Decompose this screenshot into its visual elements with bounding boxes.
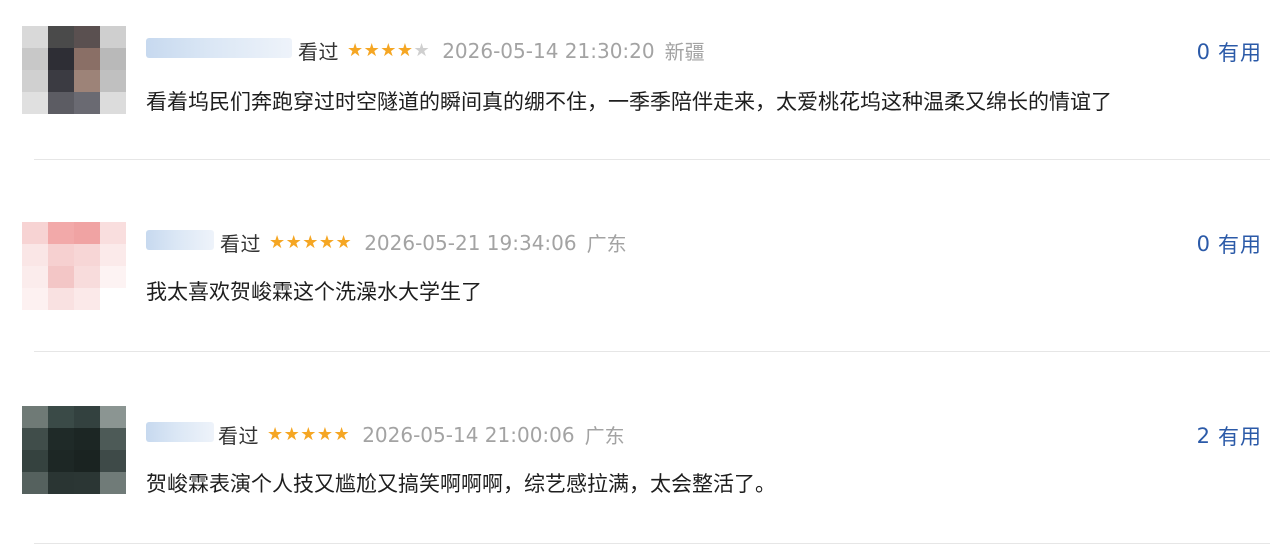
avatar[interactable] xyxy=(22,222,126,310)
comment-location: 广东 xyxy=(584,424,625,448)
rating-stars-icon: ★★★★★ xyxy=(269,232,353,253)
useful-button[interactable]: 2 有用 xyxy=(1197,421,1262,451)
comment-text: 我太喜欢贺峻霖这个洗澡水大学生了 xyxy=(146,280,482,304)
username-blurred[interactable] xyxy=(146,422,214,442)
avatar[interactable] xyxy=(22,26,126,114)
watched-label: 看过 xyxy=(220,232,261,256)
useful-label: 有用 xyxy=(1218,425,1262,449)
divider xyxy=(34,159,1270,160)
useful-label: 有用 xyxy=(1218,41,1262,65)
rating-stars-icon: ★★★★★ xyxy=(267,424,351,445)
watched-label: 看过 xyxy=(218,424,259,448)
divider xyxy=(34,351,1270,352)
comment-date: 2026-05-14 21:30:20 xyxy=(442,38,655,63)
rating-stars-icon: ★★★★★ xyxy=(347,40,431,61)
useful-count: 0 xyxy=(1196,40,1210,64)
comment-text: 看着坞民们奔跑穿过时空隧道的瞬间真的绷不住，一季季陪伴走来，太爱桃花坞这种温柔又… xyxy=(146,90,1112,114)
comment-location: 新疆 xyxy=(664,40,705,64)
comment-meta: 看过 ★★★★★ 2026-05-21 19:34:06 广东 xyxy=(220,228,627,257)
useful-button[interactable]: 0 有用 xyxy=(1197,37,1262,67)
comment-location: 广东 xyxy=(586,232,627,256)
username-blurred[interactable] xyxy=(146,38,292,58)
useful-button[interactable]: 0 有用 xyxy=(1197,229,1262,259)
watched-label: 看过 xyxy=(298,40,339,64)
comment-date: 2026-05-21 19:34:06 xyxy=(364,230,577,255)
avatar[interactable] xyxy=(22,406,126,494)
comment-meta: 看过 ★★★★★ 2026-05-14 21:00:06 广东 xyxy=(218,420,625,449)
divider xyxy=(34,543,1270,544)
useful-count: 0 xyxy=(1196,232,1210,256)
useful-count: 2 xyxy=(1196,424,1210,448)
comment-meta: 看过 ★★★★★ 2026-05-14 21:30:20 新疆 xyxy=(298,36,705,65)
username-blurred[interactable] xyxy=(146,230,214,250)
useful-label: 有用 xyxy=(1218,233,1262,257)
comment-date: 2026-05-14 21:00:06 xyxy=(362,422,575,447)
comment-text: 贺峻霖表演个人技又尴尬又搞笑啊啊啊，综艺感拉满，太会整活了。 xyxy=(146,472,776,496)
